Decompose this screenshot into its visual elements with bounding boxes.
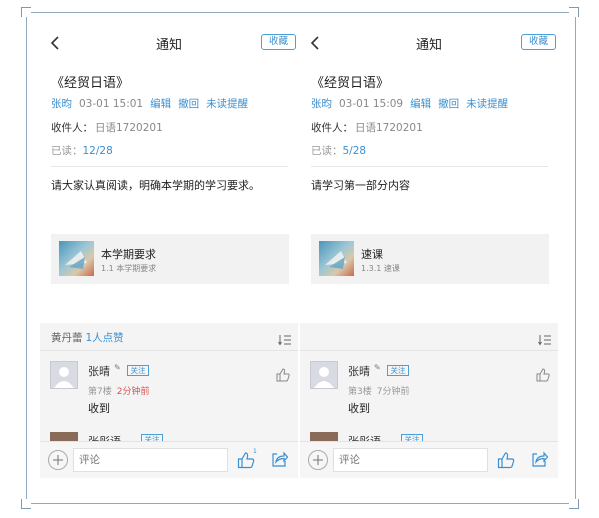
recipients: 收件人： 日语1720201 — [311, 120, 423, 135]
sort-icon[interactable] — [278, 331, 292, 346]
frame-corner — [21, 7, 31, 17]
header: 通知 收藏 — [40, 26, 298, 60]
read-label: 已读： — [311, 145, 343, 157]
recipients-label: 收件人： — [51, 122, 93, 134]
read-label: 已读： — [51, 145, 83, 157]
like-count[interactable]: 1人点赞 — [86, 332, 124, 344]
timestamp: 03-01 15:01 — [79, 98, 144, 110]
favorite-button[interactable]: 收藏 — [261, 34, 296, 50]
read-count-link[interactable]: 5/28 — [343, 145, 367, 157]
attachment-subtitle: 1.3.1 速课 — [361, 264, 400, 273]
read-count-link[interactable]: 12/28 — [83, 145, 113, 157]
comment-bar — [300, 441, 558, 478]
edit-link[interactable]: 编辑 — [150, 98, 171, 110]
comment-input[interactable] — [73, 448, 228, 472]
likes-bar — [300, 323, 558, 351]
attachment-thumbnail — [59, 241, 94, 276]
share-icon[interactable] — [271, 451, 289, 469]
comment-time: 2分钟前 — [116, 387, 150, 397]
unread-reminder-link[interactable]: 未读提醒 — [466, 98, 508, 110]
comment-text: 收到 — [88, 402, 110, 415]
course-title: 《经贸日语》 — [51, 76, 130, 91]
recipients-label: 收件人： — [311, 122, 353, 134]
attachment-subtitle: 1.1 本学期要求 — [101, 264, 157, 273]
page-title: 通知 — [155, 38, 182, 53]
read-status: 已读：5/28 — [311, 143, 366, 158]
author-link[interactable]: 张昀 — [311, 98, 332, 110]
commenter-name[interactable]: 张晴 — [348, 363, 370, 379]
timestamp: 03-01 15:09 — [339, 98, 404, 110]
comment-text: 收到 — [348, 402, 370, 415]
attachment-name: 本学期要求 — [101, 248, 156, 261]
frame-corner — [21, 499, 31, 509]
frame-corner — [569, 7, 579, 17]
withdraw-link[interactable]: 撤回 — [178, 98, 199, 110]
commenter-name[interactable]: 张晴 — [88, 363, 110, 379]
read-status: 已读：12/28 — [51, 143, 113, 158]
thumb-up-icon[interactable] — [276, 367, 290, 382]
course-title: 《经贸日语》 — [311, 76, 390, 91]
divider — [311, 166, 548, 167]
avatar-placeholder-icon[interactable] — [310, 361, 338, 389]
withdraw-link[interactable]: 撤回 — [438, 98, 459, 110]
thumb-up-icon[interactable] — [536, 367, 550, 382]
attachment-card[interactable]: 本学期要求 1.1 本学期要求 — [51, 234, 289, 284]
share-icon[interactable] — [531, 451, 549, 469]
edit-link[interactable]: 编辑 — [410, 98, 431, 110]
page-title: 通知 — [415, 38, 442, 53]
notice-content: 请学习第一部分内容 — [311, 179, 410, 192]
unread-reminder-link[interactable]: 未读提醒 — [206, 98, 248, 110]
floor-number: 第7楼 — [88, 387, 112, 397]
liker-name[interactable]: 黄丹蕾 — [51, 332, 83, 344]
likes-bar: 黄丹蕾 1人点赞 — [40, 323, 298, 351]
liker-names: 黄丹蕾 1人点赞 — [51, 330, 124, 345]
author-link[interactable]: 张昀 — [51, 98, 72, 110]
plus-icon[interactable] — [308, 450, 328, 470]
attachment-thumbnail — [319, 241, 354, 276]
sort-icon[interactable] — [538, 331, 552, 346]
plus-icon[interactable] — [48, 450, 68, 470]
recipients-value: 日语1720201 — [355, 122, 423, 134]
favorite-button[interactable]: 收藏 — [521, 34, 556, 50]
comment-input[interactable] — [333, 448, 488, 472]
recipients: 收件人： 日语1720201 — [51, 120, 163, 135]
like-count-badge: 1 — [253, 448, 257, 455]
notification-screen-1: 通知 收藏 《经贸日语》 张昀 03-01 15:01 编辑 撤回 未读提醒 收件人：日… — [40, 26, 298, 478]
divider — [51, 166, 288, 167]
comment-time: 7分钟前 — [376, 387, 410, 397]
attachment-card[interactable]: 速课 1.3.1 速课 — [311, 234, 549, 284]
notice-content: 请大家认真阅读，明确本学期的学习要求。 — [51, 179, 260, 192]
avatar-placeholder-icon[interactable] — [50, 361, 78, 389]
comment-floor: 第7楼 2分钟前 — [88, 384, 149, 397]
notice-meta: 张昀 03-01 15:09 编辑 撤回 未读提醒 — [311, 96, 515, 111]
recipients-value: 日语1720201 — [95, 122, 163, 134]
notification-screen-2: 通知 收藏 《经贸日语》 张昀 03-01 15:09 编辑 撤回 未读提醒 收件人：日… — [300, 26, 558, 478]
pencil-icon: ✎ — [374, 363, 381, 372]
pencil-icon: ✎ — [114, 363, 121, 372]
attachment-name: 速课 — [361, 248, 383, 261]
comment-floor: 第3楼 7分钟前 — [348, 384, 409, 397]
follow-button[interactable]: 关注 — [387, 365, 409, 376]
frame-corner — [569, 499, 579, 509]
follow-button[interactable]: 关注 — [127, 365, 149, 376]
floor-number: 第3楼 — [348, 387, 372, 397]
comment-bar: 1 — [40, 441, 298, 478]
notice-meta: 张昀 03-01 15:01 编辑 撤回 未读提醒 — [51, 96, 255, 111]
header: 通知 收藏 — [300, 26, 558, 60]
thumb-up-icon[interactable] — [497, 451, 517, 469]
